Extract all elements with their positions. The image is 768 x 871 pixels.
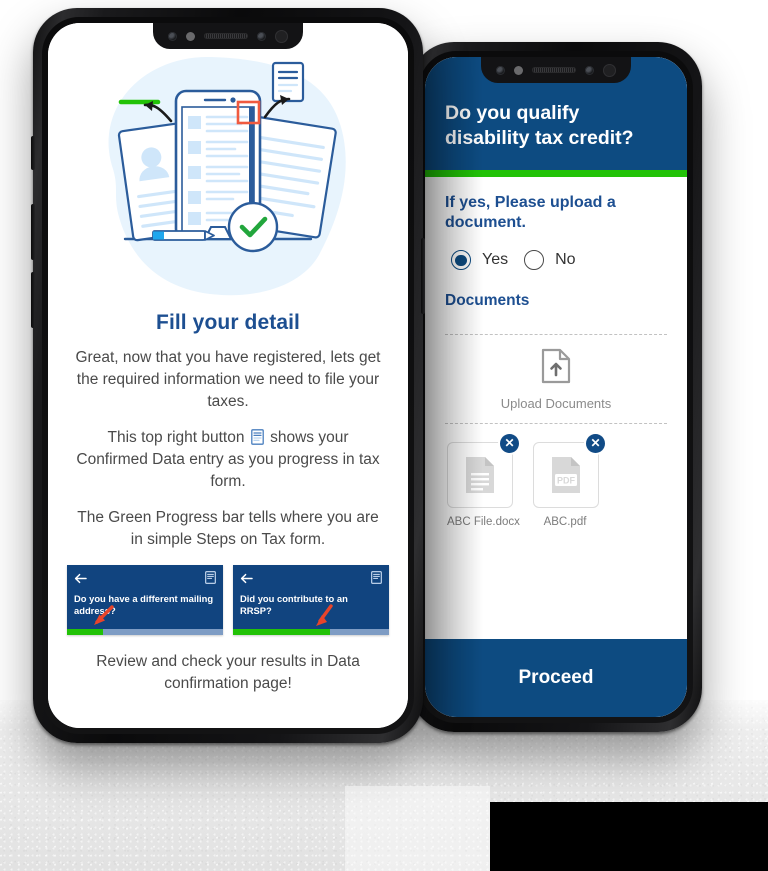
pdf-icon: PDF <box>533 442 599 509</box>
proximity-sensor-icon <box>603 63 616 77</box>
yes-no-radio-group[interactable]: Yes No <box>445 250 667 271</box>
radio-icon-no[interactable] <box>524 250 545 271</box>
document-icon <box>250 429 264 445</box>
preview-card-rrsp[interactable]: Did you contribute to an RRSP? <box>233 565 389 635</box>
form-filling-illustration <box>83 49 373 309</box>
phone-right-screen: Do you qualify disability tax credit? If… <box>425 57 687 717</box>
preview-card-toolbar <box>67 565 223 589</box>
upload-dropzone-label: Upload Documents <box>500 395 612 411</box>
preview-cards: Do you have a different mailing address? <box>67 565 389 635</box>
ir-camera-icon <box>585 65 594 75</box>
file-item[interactable]: PDF ✕ ABC.pdf <box>533 434 605 529</box>
footer-text: Review and check your results in Data co… <box>96 653 360 692</box>
radio-label-yes: Yes <box>482 251 509 269</box>
front-camera-icon <box>168 31 177 41</box>
proximity-sensor-icon <box>275 29 288 43</box>
file-item[interactable]: ✕ ABC File.docx <box>447 434 520 529</box>
phone-right-notch <box>481 57 631 83</box>
red-arrow-icon <box>311 603 337 629</box>
radio-option-no[interactable]: No <box>524 250 576 271</box>
document-icon[interactable] <box>205 571 216 589</box>
button-hint-paragraph: This top right button shows your Confirm… <box>70 427 386 493</box>
phone-left-notch <box>153 23 303 49</box>
proceed-button[interactable]: Proceed <box>425 639 687 717</box>
back-arrow-icon[interactable] <box>240 571 253 589</box>
radio-label-no: No <box>555 251 576 269</box>
upload-dropzone[interactable]: Upload Documents <box>445 334 667 425</box>
file-name: ABC File.docx <box>447 516 520 529</box>
document-icon[interactable] <box>371 571 382 589</box>
volume-up-button[interactable] <box>31 204 35 260</box>
volume-down-button[interactable] <box>31 272 35 328</box>
preview-card-toolbar <box>233 565 389 589</box>
proceed-button-label: Proceed <box>518 667 594 688</box>
front-camera-icon <box>496 65 505 75</box>
sensor-dot-icon <box>186 31 195 41</box>
preview-card-progress <box>67 629 223 635</box>
radio-option-yes[interactable]: Yes <box>451 250 509 271</box>
button-hint-prefix: This top right button <box>107 429 245 446</box>
preview-card-mailing-address[interactable]: Do you have a different mailing address? <box>67 565 223 635</box>
file-name: ABC.pdf <box>543 516 587 529</box>
radio-icon-yes[interactable] <box>451 250 471 271</box>
intro-paragraph: Great, now that you have registered, let… <box>75 349 381 410</box>
uploaded-files-list: ✕ ABC File.docx PDF ✕ ABC.pdf <box>445 434 667 529</box>
scene: Do you qualify disability tax credit? If… <box>0 0 768 871</box>
power-button[interactable] <box>421 238 425 314</box>
progress-bar-green <box>425 169 687 177</box>
earpiece-speaker-icon <box>204 33 248 39</box>
question-body: If yes, Please upload a document. Yes No… <box>425 176 687 639</box>
documents-heading: Documents <box>445 292 530 310</box>
question-title: Do you qualify disability tax credit? <box>445 102 634 150</box>
docx-icon <box>447 442 513 509</box>
black-corner-block <box>490 802 768 871</box>
ir-camera-icon <box>257 31 266 41</box>
fill-your-detail-screen: Fill your detail Great, now that you hav… <box>48 23 408 728</box>
disability-credit-screen: Do you qualify disability tax credit? If… <box>425 57 687 717</box>
close-circle-icon[interactable]: ✕ <box>586 434 605 454</box>
back-arrow-icon[interactable] <box>74 571 87 589</box>
file-upload-icon <box>541 348 571 389</box>
svg-text:PDF: PDF <box>557 476 576 486</box>
phone-left-screen: Fill your detail Great, now that you hav… <box>48 23 408 728</box>
earpiece-speaker-icon <box>532 67 576 73</box>
mute-switch[interactable] <box>31 136 35 170</box>
phone-left: Fill your detail Great, now that you hav… <box>31 8 425 743</box>
upload-instruction: If yes, Please upload a document. <box>445 193 616 232</box>
phone-right: Do you qualify disability tax credit? If… <box>410 42 702 732</box>
red-arrow-icon <box>89 603 115 629</box>
progress-hint-paragraph: The Green Progress bar tells where you a… <box>77 509 379 548</box>
close-circle-icon[interactable]: ✕ <box>500 434 519 454</box>
page-title: Fill your detail <box>156 311 300 334</box>
sensor-dot-icon <box>514 65 523 75</box>
preview-card-progress <box>233 629 389 635</box>
